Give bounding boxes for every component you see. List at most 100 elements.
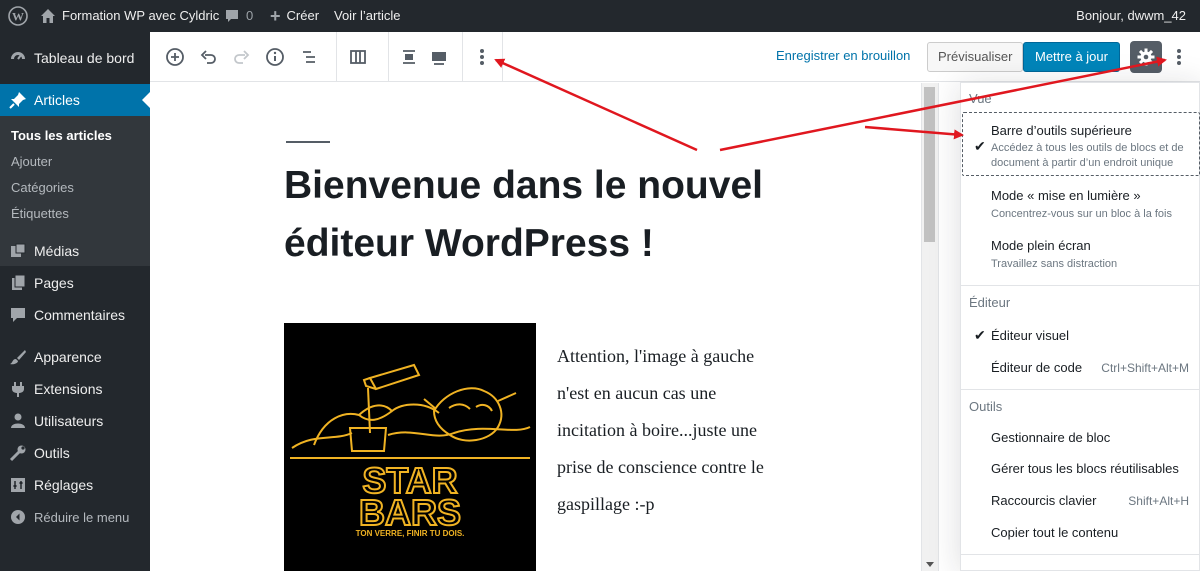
collapse-icon [0, 509, 34, 525]
toolbar-divider [388, 32, 389, 82]
menu-item-reusable-blocks[interactable]: Gérer tous les blocs réutilisables [991, 461, 1179, 476]
settings-toggle-button[interactable] [1130, 41, 1162, 73]
list-icon [303, 51, 315, 63]
menu-item-code-editor[interactable]: Éditeur de code [991, 360, 1082, 375]
update-button[interactable]: Mettre à jour [1023, 42, 1120, 72]
users-icon [0, 412, 34, 430]
wordpress-logo-icon[interactable]: W [8, 0, 28, 32]
menu-articles[interactable]: Articles [0, 84, 150, 116]
menu-appearance[interactable]: Apparence [0, 341, 150, 373]
redo-icon [234, 50, 250, 64]
block-navigation-button[interactable] [296, 32, 322, 82]
view-post-link[interactable]: Voir l’article [334, 0, 400, 32]
menu-group-editor: Éditeur [969, 295, 1011, 310]
view-post-label: Voir l’article [334, 8, 401, 23]
align-wide-button[interactable] [426, 32, 452, 82]
fullscreen-help: Travaillez sans distraction [991, 258, 1118, 270]
undo-icon [200, 50, 216, 64]
shortcuts-key: Shift+Alt+H [1128, 494, 1189, 508]
submenu-all-posts[interactable]: Tous les articles [11, 128, 112, 143]
home-icon [41, 9, 55, 23]
code-editor-shortcut: Ctrl+Shift+Alt+M [1101, 361, 1189, 375]
menu-tools[interactable]: Outils [0, 437, 150, 469]
menu-item-block-manager[interactable]: Gestionnaire de bloc [991, 430, 1110, 445]
menu-label: Tableau de bord [34, 50, 135, 66]
canvas-scrollbar[interactable] [921, 83, 938, 571]
menu-settings[interactable]: Réglages [0, 469, 150, 501]
checkmark-icon: ✔ [974, 327, 986, 343]
menu-item-copy-all[interactable]: Copier tout le contenu [991, 525, 1118, 540]
menu-item-spotlight[interactable]: Mode « mise en lumière » [991, 188, 1141, 203]
top-toolbar-help: Accédez à tous les outils de blocs et de… [991, 142, 1184, 169]
menu-divider [961, 285, 1199, 286]
menu-comments[interactable]: Commentaires [0, 299, 150, 331]
menu-label: Extensions [34, 381, 103, 397]
post-title[interactable]: Bienvenue dans le nouvel éditeur WordPre… [284, 157, 844, 273]
paragraph-block[interactable]: Attention, l'image à gauche n'est en auc… [557, 338, 787, 523]
scroll-down-arrow-icon[interactable] [926, 562, 934, 567]
submenu-tags[interactable]: Étiquettes [11, 206, 69, 221]
align-center-button[interactable] [396, 32, 422, 82]
checkmark-icon: ✔ [974, 138, 986, 154]
menu-collapse[interactable]: Réduire le menu [0, 501, 150, 533]
menu-label: Outils [34, 445, 70, 461]
vertical-ellipsis-icon [480, 49, 484, 65]
separator-block[interactable] [286, 141, 330, 143]
star-bars-image[interactable]: STAR BARS TON VERRE, FINIR TU DOIS. [284, 323, 536, 571]
editor-header: Enregistrer en brouillon Prévisualiser M… [150, 32, 1200, 82]
menu-item-keyboard-shortcuts[interactable]: Raccourcis clavier [991, 493, 1096, 508]
svg-text:W: W [12, 10, 24, 24]
menu-plugins[interactable]: Extensions [0, 373, 150, 405]
account-menu[interactable]: Bonjour, dwwm_42 [1076, 0, 1186, 32]
save-draft-button[interactable]: Enregistrer en brouillon [776, 48, 910, 63]
site-name-link[interactable]: Formation WP avec Cyldric [40, 0, 219, 32]
align-wide-icon [432, 52, 446, 65]
menu-divider [961, 554, 1199, 555]
undo-button[interactable] [196, 32, 222, 82]
star-bars-illustration: STAR BARS TON VERRE, FINIR TU DOIS. [290, 363, 531, 538]
appearance-icon [0, 348, 34, 366]
menu-label: Articles [34, 92, 80, 108]
poster-title-line2: BARS [359, 492, 461, 533]
menu-pages[interactable]: Pages [0, 267, 150, 299]
pages-icon [0, 274, 34, 292]
more-tools-button[interactable] [1168, 32, 1190, 82]
menu-label: Commentaires [34, 307, 126, 323]
gear-icon [1137, 48, 1155, 66]
menu-dashboard[interactable]: Tableau de bord [0, 42, 150, 74]
submenu-add-new[interactable]: Ajouter [11, 154, 52, 169]
editor-canvas: Bienvenue dans le nouvel éditeur WordPre… [150, 83, 921, 571]
greeting: Bonjour, dwwm_42 [1076, 8, 1186, 23]
columns-icon [350, 50, 366, 64]
menu-label: Réduire le menu [34, 509, 130, 525]
add-block-button[interactable] [162, 32, 188, 82]
menu-item-visual-editor[interactable]: Éditeur visuel [991, 328, 1069, 343]
pin-icon [0, 91, 34, 109]
top-toolbar-label: Barre d’outils supérieure [991, 123, 1132, 138]
menu-divider [961, 389, 1199, 390]
redo-button[interactable] [228, 32, 254, 82]
admin-sidebar: Tableau de bord Articles Tous les articl… [0, 32, 150, 571]
comments-link[interactable]: 0 [224, 0, 253, 32]
menu-item-fullscreen[interactable]: Mode plein écran [991, 238, 1091, 253]
menu-label: Pages [34, 275, 74, 291]
plugins-icon [0, 380, 34, 398]
toolbar-divider [462, 32, 463, 82]
menu-users[interactable]: Utilisateurs [0, 405, 150, 437]
new-content-link[interactable]: + Créer [270, 0, 319, 32]
menu-group-view: Vue [969, 91, 992, 106]
menu-group-tools: Outils [969, 399, 1003, 414]
toolbar-divider [336, 32, 337, 82]
block-more-options-button[interactable] [470, 32, 494, 82]
menu-label: Apparence [34, 349, 102, 365]
preview-button[interactable]: Prévisualiser [927, 42, 1024, 72]
scrollbar-thumb[interactable] [924, 87, 935, 242]
more-tools-menu: Vue ✔ Barre d’outils supérieure Accédez … [960, 82, 1200, 571]
content-info-button[interactable] [262, 32, 288, 82]
submenu-categories[interactable]: Catégories [11, 180, 74, 195]
tools-icon [0, 444, 34, 462]
media-icon [0, 242, 34, 260]
menu-media[interactable]: Médias [0, 235, 150, 267]
block-type-button[interactable] [344, 32, 372, 82]
dashboard-icon [0, 49, 34, 67]
